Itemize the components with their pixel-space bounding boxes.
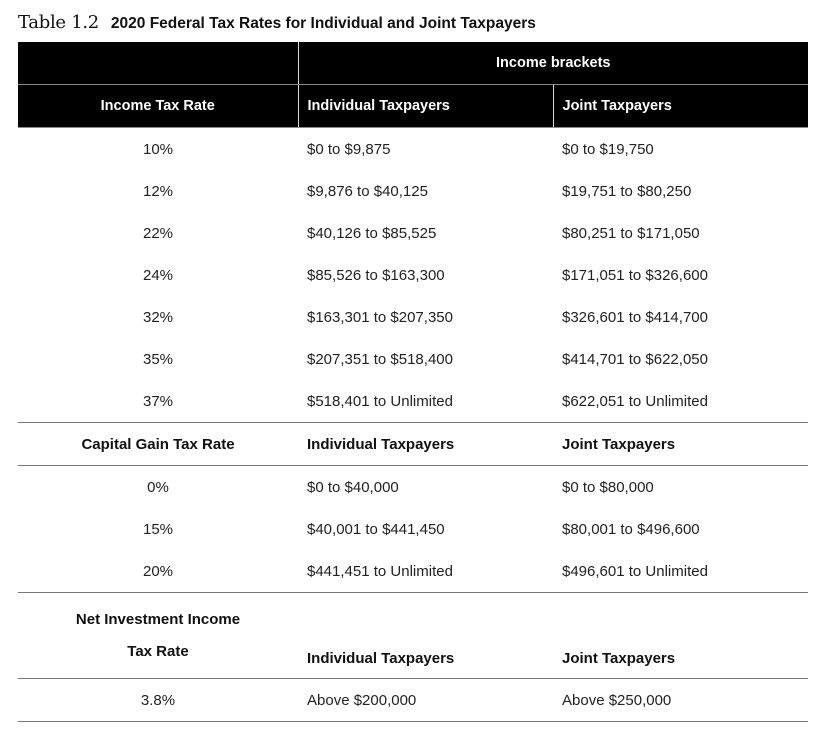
table-row: 3.8% Above $200,000 Above $250,000 — [18, 678, 809, 722]
table-row: 24% $85,526 to $163,300 $171,051 to $326… — [18, 254, 808, 296]
capital-gains-header-row: Capital Gain Tax Rate Individual Taxpaye… — [18, 422, 809, 466]
joint-cell: $0 to $80,000 — [562, 478, 654, 496]
header-income-brackets: Income brackets — [298, 42, 809, 85]
joint-cell: $80,251 to $171,050 — [562, 224, 700, 242]
individual-cell: $0 to $40,000 — [307, 478, 399, 496]
table-number: Table 1.2 — [18, 12, 99, 33]
rate-cell: 12% — [142, 182, 174, 200]
niit-header-row: Net Investment Income Tax Rate Individua… — [18, 592, 809, 679]
header-joint-taxpayers: Joint Taxpayers — [553, 84, 809, 128]
individual-cell: Above $200,000 — [298, 678, 553, 722]
individual-cell: $207,351 to $518,400 — [307, 350, 453, 368]
rate-cell: 0% — [147, 478, 169, 496]
table-row: 15% $40,001 to $441,450 $80,001 to $496,… — [18, 508, 808, 550]
individual-cell: $40,126 to $85,525 — [307, 224, 437, 242]
joint-cell: $0 to $19,750 — [562, 140, 654, 158]
individual-cell: $0 to $9,875 — [307, 140, 391, 158]
table-row: 32% $163,301 to $207,350 $326,601 to $41… — [18, 296, 808, 338]
niit-label-line1: Net Investment Income — [75, 610, 241, 628]
rate-cell: 22% — [142, 224, 174, 242]
table-row: 12% $9,876 to $40,125 $19,751 to $80,250 — [18, 170, 808, 212]
header-individual-taxpayers: Individual Taxpayers — [298, 422, 553, 466]
header-blank-cell — [18, 42, 299, 85]
header-joint-taxpayers: Joint Taxpayers — [553, 422, 809, 466]
table-row: 10% $0 to $9,875 $0 to $19,750 — [18, 128, 808, 171]
rate-cell: 10% — [142, 140, 174, 158]
header-niit-tax-rate: Net Investment Income Tax Rate — [18, 592, 298, 679]
joint-cell: $496,601 to Unlimited — [562, 562, 708, 580]
rate-cell: 20% — [142, 562, 174, 580]
table-caption: Table 1.2 2020 Federal Tax Rates for Ind… — [18, 12, 536, 38]
header-individual-taxpayers: Individual Taxpayers — [298, 592, 553, 679]
table-row: 35% $207,351 to $518,400 $414,701 to $62… — [18, 338, 808, 380]
table-row: 22% $40,126 to $85,525 $80,251 to $171,0… — [18, 212, 808, 254]
rate-cell: 15% — [142, 520, 174, 538]
table-title: 2020 Federal Tax Rates for Individual an… — [110, 15, 536, 32]
rate-cell: 3.8% — [18, 678, 298, 722]
header-income-tax-rate: Income Tax Rate — [18, 84, 299, 128]
individual-cell: $518,401 to Unlimited — [307, 392, 453, 410]
individual-cell: $163,301 to $207,350 — [307, 308, 453, 326]
header-individual-taxpayers: Individual Taxpayers — [298, 84, 554, 128]
joint-cell: $622,051 to Unlimited — [562, 392, 708, 410]
rate-cell: 35% — [142, 350, 174, 368]
tax-rates-table: Income brackets Income Tax Rate Individu… — [18, 42, 809, 722]
niit-label-line2: Tax Rate — [127, 642, 189, 660]
header-group-row: Income brackets — [18, 42, 809, 85]
joint-cell: $19,751 to $80,250 — [562, 182, 692, 200]
individual-cell: $441,451 to Unlimited — [307, 562, 453, 580]
rate-cell: 32% — [142, 308, 174, 326]
header-joint-taxpayers: Joint Taxpayers — [553, 592, 809, 679]
joint-cell: $80,001 to $496,600 — [562, 520, 700, 538]
table-header: Income brackets Income Tax Rate Individu… — [18, 42, 809, 128]
individual-cell: $85,526 to $163,300 — [307, 266, 445, 284]
joint-cell: $414,701 to $622,050 — [562, 350, 708, 368]
joint-cell: $171,051 to $326,600 — [562, 266, 708, 284]
table-row: 37% $518,401 to Unlimited $622,051 to Un… — [18, 380, 808, 423]
joint-cell: $326,601 to $414,700 — [562, 308, 708, 326]
header-column-row: Income Tax Rate Individual Taxpayers Joi… — [18, 84, 809, 128]
table-row: 0% $0 to $40,000 $0 to $80,000 — [18, 466, 808, 509]
table-row: 20% $441,451 to Unlimited $496,601 to Un… — [18, 550, 808, 593]
rate-cell: 37% — [142, 392, 174, 410]
individual-cell: $40,001 to $441,450 — [307, 520, 445, 538]
individual-cell: $9,876 to $40,125 — [307, 182, 428, 200]
joint-cell: Above $250,000 — [553, 678, 809, 722]
header-capital-gain-tax-rate: Capital Gain Tax Rate — [18, 422, 298, 466]
rate-cell: 24% — [142, 266, 174, 284]
